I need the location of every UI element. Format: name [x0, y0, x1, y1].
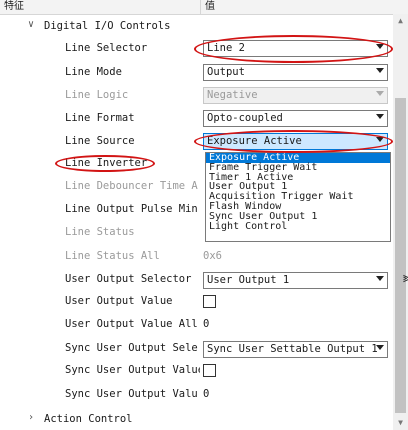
label-line-debouncer-time: Line Debouncer Time A...: [65, 180, 200, 192]
label-line-output-pulse-min: Line Output Pulse Min...: [65, 203, 200, 215]
user-output-selector-value: User Output 1: [207, 274, 290, 286]
vertical-scrollbar[interactable]: ▲ ▼: [393, 14, 408, 430]
line-status-all-value: 0x6: [203, 250, 222, 262]
scroll-down-icon[interactable]: ▼: [393, 416, 408, 430]
chevron-down-icon[interactable]: ∨: [28, 19, 34, 30]
column-header: 特征 值: [0, 0, 408, 15]
line-selector-value: Line 2: [207, 42, 245, 54]
line-logic-value: Negative: [207, 89, 258, 101]
row-line-status-all: Line Status All 0x6: [0, 245, 393, 268]
label-user-output-value: User Output Value: [65, 295, 173, 307]
sync-user-output-value-checkbox[interactable]: [203, 364, 216, 377]
line-mode-value: Output: [207, 66, 245, 78]
label-line-status: Line Status: [65, 226, 135, 238]
mouse-cursor-icon: ⪢: [403, 270, 408, 286]
row-sync-user-output-value: Sync User Output Value: [0, 359, 393, 382]
label-line-logic: Line Logic: [65, 89, 129, 101]
label-user-output-value-all: User Output Value All: [65, 318, 198, 330]
label-line-format: Line Format: [65, 112, 135, 124]
label-sync-user-output-selector: Sync User Output Sele...: [65, 342, 200, 354]
line-source-value: Exposure Active: [207, 135, 302, 147]
dropdown-arrow-icon: [376, 44, 384, 49]
line-format-dropdown[interactable]: Opto-coupled: [203, 110, 388, 127]
category-action-control[interactable]: › Action Control: [0, 408, 393, 430]
line-format-value: Opto-coupled: [207, 112, 283, 124]
label-sync-user-output-value-all: Sync User Output Valu...: [65, 388, 200, 400]
option-light-control[interactable]: Light Control: [206, 221, 390, 232]
sync-user-output-selector-value: Sync User Settable Output 1: [207, 343, 378, 355]
dropdown-arrow-icon: [376, 345, 384, 350]
label-line-status-all: Line Status All: [65, 250, 160, 262]
column-feature-header[interactable]: 特征: [4, 0, 24, 14]
chevron-right-icon[interactable]: ›: [28, 412, 34, 423]
scroll-up-icon[interactable]: ▲: [393, 14, 408, 28]
scrollbar-thumb[interactable]: [395, 98, 406, 413]
line-source-dropdown[interactable]: Exposure Active: [203, 133, 388, 150]
dropdown-arrow-icon: [376, 68, 384, 73]
dropdown-arrow-icon: [376, 91, 384, 96]
label-user-output-selector: User Output Selector: [65, 273, 192, 285]
user-output-selector-dropdown[interactable]: User Output 1: [203, 272, 388, 289]
line-mode-dropdown[interactable]: Output: [203, 64, 388, 81]
sync-user-output-selector-dropdown[interactable]: Sync User Settable Output 1: [203, 341, 388, 358]
line-selector-dropdown[interactable]: Line 2: [203, 40, 388, 57]
row-user-output-value: User Output Value: [0, 290, 393, 313]
user-output-value-checkbox[interactable]: [203, 295, 216, 308]
row-user-output-value-all: User Output Value All 0: [0, 313, 393, 336]
line-source-options-list[interactable]: Exposure Active Frame Trigger Wait Timer…: [205, 152, 391, 242]
label-line-selector: Line Selector: [65, 42, 148, 54]
column-divider[interactable]: [200, 0, 201, 14]
category-label: Digital I/O Controls: [44, 20, 171, 32]
dropdown-arrow-icon: [376, 114, 384, 119]
label-sync-user-output-value: Sync User Output Value: [65, 364, 200, 376]
line-logic-dropdown: Negative: [203, 87, 388, 104]
label-line-mode: Line Mode: [65, 66, 122, 78]
category-digital-io[interactable]: ∨ Digital I/O Controls: [0, 15, 393, 37]
sync-user-output-value-all-value: 0: [203, 388, 210, 400]
dropdown-arrow-icon: [376, 137, 384, 142]
column-value-header[interactable]: 值: [205, 0, 215, 14]
dropdown-arrow-icon: [376, 276, 384, 281]
label-line-source: Line Source: [65, 135, 135, 147]
category-label: Action Control: [44, 413, 133, 425]
label-line-inverter: Line Inverter: [65, 157, 148, 169]
row-sync-user-output-value-all: Sync User Output Valu... 0: [0, 383, 393, 406]
user-output-value-all-value: 0: [203, 318, 210, 330]
